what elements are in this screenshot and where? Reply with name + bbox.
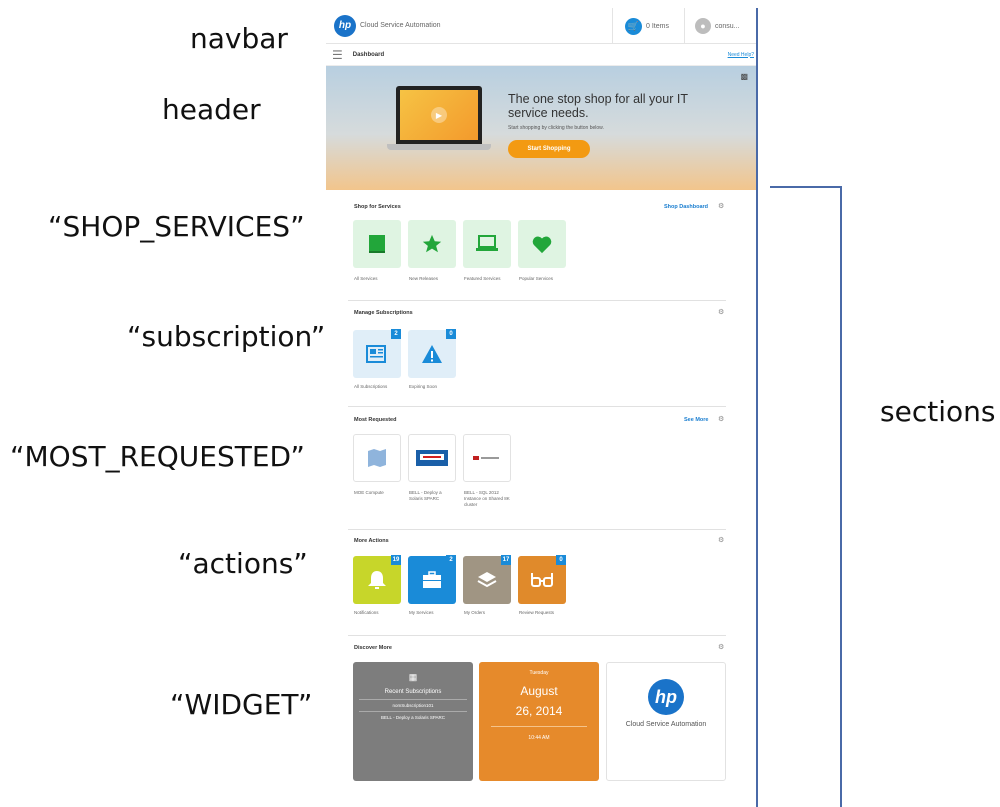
divider [348,300,726,301]
review-count-badge: 0 [556,555,566,565]
glasses-icon [531,573,553,587]
month: August [520,684,558,698]
tile-label: MOE Compute [354,490,384,495]
sections-bracket [770,186,842,807]
banner-title: The one stop shop for all your IT servic… [508,92,688,120]
cart-icon: 🛒 [625,17,642,35]
sql-server-logo-icon [473,456,499,460]
cart-count: 0 Items [646,22,669,30]
tile-label: Featured Services [464,276,501,281]
heart-icon [532,236,552,254]
hp-brand-logo: hp [648,679,684,715]
user-menu[interactable]: ● consu... [684,8,756,44]
user-avatar-icon: ● [695,18,711,34]
subbar: ☰ Dashboard Need Help? [326,44,756,66]
hamburger-menu-icon[interactable]: ☰ [332,48,343,62]
book-icon [369,235,385,253]
annotation-widget: “WIDGET” [170,688,313,721]
gear-icon[interactable]: ⚙ [718,415,724,423]
header-banner: ▶ The one stop shop for all your IT serv… [326,66,756,190]
divider [348,529,726,530]
warning-icon [422,345,442,363]
divider [348,406,726,407]
tile-sql-instance[interactable] [463,434,511,482]
services-count-badge: 2 [446,555,456,565]
tile-label: My Services [409,610,434,615]
tile-all-services[interactable] [353,220,401,268]
navbar: hp Cloud Service Automation 🛒 0 Items ● … [326,8,756,44]
layers-icon [477,572,497,588]
weekday: Tuesday [529,670,549,676]
widget-brand: hp Cloud Service Automation [606,662,726,781]
section-title-shop: Shop for Services [354,204,401,210]
app-title: Cloud Service Automation [360,22,441,29]
annotation-subscription: “subscription” [127,320,326,353]
notifications-count-badge: 19 [391,555,401,565]
widget-item: nomSubscription101 [392,703,434,708]
laptop-illustration: ▶ [387,86,491,150]
annotation-shop-services: “SHOP_SERVICES” [48,210,305,243]
tile-label: My Orders [464,610,486,615]
newspaper-icon [366,345,386,363]
section-title-discover: Discover More [354,645,392,651]
tile-label: All Subscriptions [354,384,388,389]
gear-icon[interactable]: ⚙ [718,202,724,210]
subscriptions-count-badge: 2 [391,329,401,339]
app-right-border [756,8,758,807]
section-title-actions: More Actions [354,538,389,544]
tile-label: BELL - SQL 2012 Instance on Shared 8K cl… [464,490,510,507]
tile-label: Popular Services [519,276,554,281]
section-title-most-requested: Most Requested [354,417,397,423]
hp-logo[interactable]: hp [334,14,356,37]
divider [348,635,726,636]
see-more-link[interactable]: See More [684,417,708,423]
tile-label: All Services [354,276,378,281]
annotation-header: header [162,93,261,126]
section-title-subscriptions: Manage Subscriptions [354,310,413,316]
tile-featured-services[interactable] [463,220,511,268]
page-title: Dashboard [352,51,385,58]
user-name: consu... [715,22,740,30]
annotation-actions: “actions” [178,547,308,580]
brand-name: Cloud Service Automation [625,721,707,728]
widget-date: Tuesday August 26, 2014 10:44 AM [479,662,599,781]
play-icon: ▶ [431,107,447,123]
app-frame: hp Cloud Service Automation 🛒 0 Items ● … [326,8,756,807]
tile-moe-compute[interactable] [353,434,401,482]
bell-icon [368,571,386,589]
gear-icon[interactable]: ⚙ [718,643,724,651]
widget-recent-subscriptions[interactable]: ▦ Recent Subscriptions nomSubscription10… [353,662,473,781]
cart-button[interactable]: 🛒 0 Items [612,8,684,44]
expand-icon[interactable]: ▩ [740,72,748,81]
help-link[interactable]: Need Help? [728,52,754,58]
widget-heading: Recent Subscriptions [384,689,442,695]
day-year: 26, 2014 [515,704,563,718]
tile-label: Review Requests [519,610,555,615]
tile-label: BELL - Deploy a Solaris SPARC [409,490,442,501]
time: 10:44 AM [528,735,550,741]
calendar-icon: ▦ [408,672,418,682]
briefcase-icon [423,571,441,588]
map-icon [368,449,386,467]
tile-label: Expiring Soon [409,384,438,389]
tile-label: New Releases [409,276,439,281]
gear-icon[interactable]: ⚙ [718,308,724,316]
widget-item: BELL - Deploy a Solaris SPARC [380,715,446,720]
product-image-icon [416,450,448,466]
star-icon [422,234,442,253]
shop-dashboard-link[interactable]: Shop Dashboard [664,204,708,210]
gear-icon[interactable]: ⚙ [718,536,724,544]
annotation-sections: sections [880,395,996,428]
tile-label: Notifications [354,610,379,615]
annotation-most-requested: “MOST_REQUESTED” [10,440,305,473]
orders-count-badge: 17 [501,555,511,565]
tile-deploy-solaris[interactable] [408,434,456,482]
tile-new-releases[interactable] [408,220,456,268]
banner-subtitle: Start shopping by clicking the button be… [508,125,604,131]
expiring-count-badge: 0 [446,329,456,339]
start-shopping-button[interactable]: Start Shopping [508,140,590,158]
annotation-navbar: navbar [190,22,288,55]
laptop-icon [476,235,498,251]
tile-popular-services[interactable] [518,220,566,268]
